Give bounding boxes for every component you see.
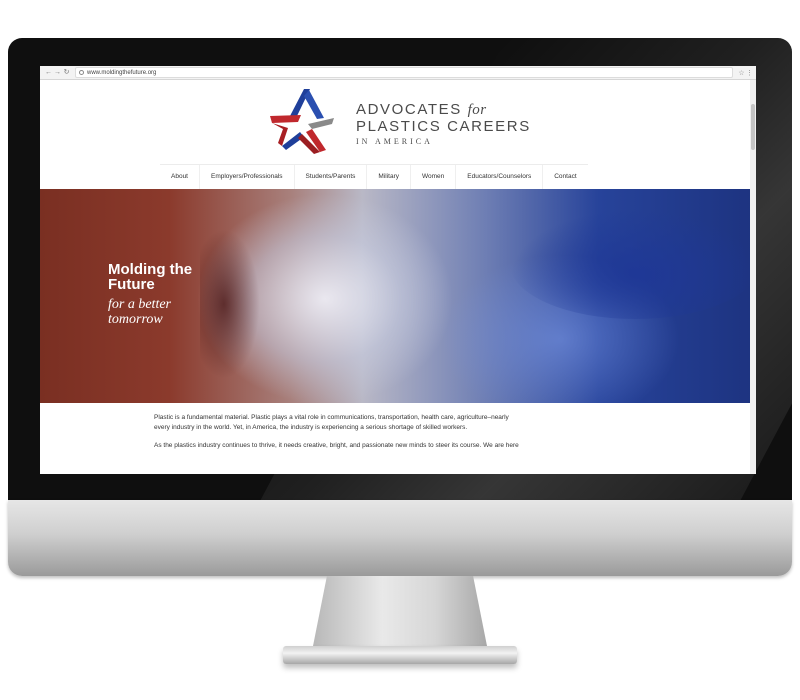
scrollbar-thumb[interactable] bbox=[751, 104, 755, 150]
forward-arrow-icon[interactable]: → bbox=[53, 66, 62, 80]
address-bar[interactable]: www.moldingthefuture.org bbox=[75, 67, 733, 78]
url-text: www.moldingthefuture.org bbox=[87, 69, 157, 76]
para1-line1: Plastic is a fundamental material. Plast… bbox=[154, 414, 509, 421]
browser-toolbar: ← → ↻ www.moldingthefuture.org ☆ ⋮ bbox=[40, 66, 756, 80]
hero-hand-shading bbox=[510, 209, 756, 319]
info-icon[interactable] bbox=[79, 70, 84, 75]
nav-item-students-parents[interactable]: Students/Parents bbox=[293, 165, 367, 189]
para1-line2: every industry in the world. Yet, in Ame… bbox=[154, 424, 468, 431]
browser-menu-icon[interactable]: ⋮ bbox=[746, 69, 753, 77]
hero-banner: Molding the Future for a better tomorrow bbox=[40, 189, 756, 403]
intro-paragraph-1: Plastic is a fundamental material. Plast… bbox=[154, 413, 644, 433]
logo-line1-main: ADVOCATES bbox=[356, 101, 462, 118]
site-navigation: About Employers/Professionals Students/P… bbox=[160, 164, 588, 190]
intro-text: Plastic is a fundamental material. Plast… bbox=[154, 413, 644, 459]
site-header: ADVOCATES for PLASTICS CAREERS IN AMERIC… bbox=[40, 80, 756, 168]
nav-item-military[interactable]: Military bbox=[366, 165, 410, 189]
monitor-stand-neck bbox=[313, 576, 487, 646]
hero-subtitle-line2: tomorrow bbox=[108, 312, 163, 327]
logo-line2: PLASTICS CAREERS bbox=[356, 118, 531, 135]
bookmark-star-icon[interactable]: ☆ bbox=[737, 69, 746, 77]
reload-icon[interactable]: ↻ bbox=[62, 66, 71, 80]
star-logo-icon[interactable] bbox=[268, 86, 338, 156]
nav-item-about[interactable]: About bbox=[160, 165, 199, 189]
nav-item-contact[interactable]: Contact bbox=[542, 165, 587, 189]
page-scrollbar[interactable] bbox=[750, 80, 756, 474]
hero-title-line2: Future bbox=[108, 276, 155, 293]
nav-item-educators-counselors[interactable]: Educators/Counselors bbox=[455, 165, 542, 189]
monitor-stand-base bbox=[283, 646, 517, 664]
para2-line1: As the plastics industry continues to th… bbox=[154, 442, 519, 449]
hero-title-line1: Molding the bbox=[108, 261, 193, 278]
monitor-chin bbox=[8, 500, 792, 576]
hero-fingers-shading bbox=[200, 229, 260, 379]
intro-paragraph-2: As the plastics industry continues to th… bbox=[154, 441, 644, 451]
logo-line1-italic: for bbox=[467, 102, 487, 118]
logo-wordmark[interactable]: ADVOCATES for PLASTICS CAREERS IN AMERIC… bbox=[356, 102, 531, 148]
nav-item-women[interactable]: Women bbox=[410, 165, 455, 189]
browser-window: ← → ↻ www.moldingthefuture.org ☆ ⋮ ADVOC… bbox=[40, 66, 756, 474]
hero-subtitle: for a better tomorrow bbox=[108, 297, 171, 327]
back-arrow-icon[interactable]: ← bbox=[44, 66, 53, 80]
logo-line3: IN AMERICA bbox=[356, 137, 433, 146]
hero-title: Molding the Future bbox=[108, 262, 192, 292]
nav-item-employers-professionals[interactable]: Employers/Professionals bbox=[199, 165, 294, 189]
hero-subtitle-line1: for a better bbox=[108, 297, 171, 312]
